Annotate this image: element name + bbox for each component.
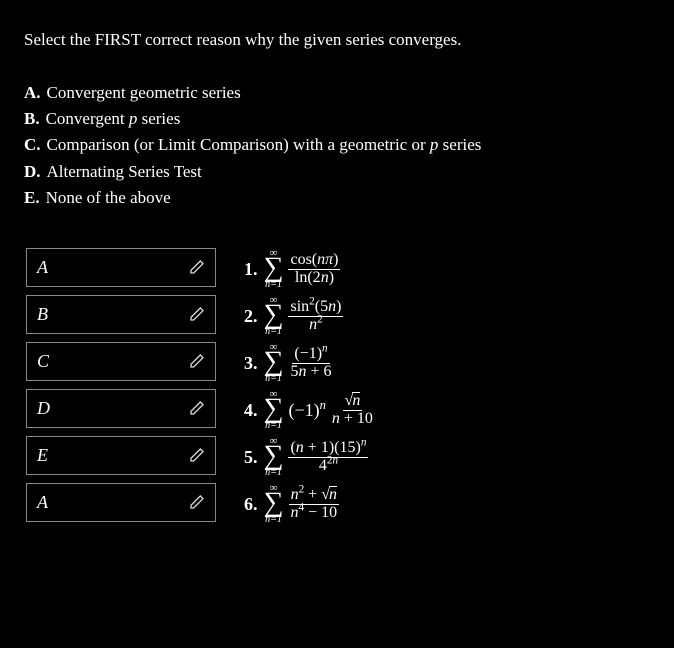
answer-input-4[interactable]: D xyxy=(26,389,216,428)
sigma-icon: ∞ ∑ n=1 xyxy=(264,389,284,430)
sigma-icon: ∞ ∑ n=1 xyxy=(264,342,284,383)
option-letter: C. xyxy=(24,132,41,158)
pencil-icon xyxy=(189,447,205,463)
answer-input-3[interactable]: C xyxy=(26,342,216,381)
question-prompt: Select the FIRST correct reason why the … xyxy=(24,28,650,52)
problems-area: A B C D E A 1. ∞ ∑ n=1 xyxy=(24,246,650,528)
series-6: 6. ∞ ∑ n=1 n2 + √n n4 − 10 xyxy=(244,481,375,528)
answer-value: C xyxy=(37,351,49,372)
option-e: E. None of the above xyxy=(24,185,650,211)
answer-input-6[interactable]: A xyxy=(26,483,216,522)
option-a: A. Convergent geometric series xyxy=(24,80,650,106)
series-column: 1. ∞ ∑ n=1 cos(nπ) ln(2n) 2. ∞ ∑ n=1 sin… xyxy=(244,246,375,528)
option-letter: A. xyxy=(24,80,41,106)
fraction: n2 + √n n4 − 10 xyxy=(288,486,339,522)
option-letter: B. xyxy=(24,106,40,132)
series-2: 2. ∞ ∑ n=1 sin2(5n) n2 xyxy=(244,293,375,340)
fraction: cos(nπ) ln(2n) xyxy=(288,252,340,287)
pencil-icon xyxy=(189,400,205,416)
answer-value: A xyxy=(37,492,48,513)
series-number: 5. xyxy=(244,447,258,468)
answer-input-column: A B C D E A xyxy=(26,248,216,522)
pencil-icon xyxy=(189,259,205,275)
series-number: 4. xyxy=(244,400,258,421)
answer-value: B xyxy=(37,304,48,325)
pencil-icon xyxy=(189,306,205,322)
answer-input-2[interactable]: B xyxy=(26,295,216,334)
option-text: Convergent geometric series xyxy=(47,80,241,106)
option-text: Alternating Series Test xyxy=(47,159,202,185)
answer-input-5[interactable]: E xyxy=(26,436,216,475)
option-b: B. Convergent p series xyxy=(24,106,650,132)
answer-value: A xyxy=(37,257,48,278)
sigma-icon: ∞ ∑ n=1 xyxy=(264,436,284,477)
option-text: Convergent p series xyxy=(46,106,181,132)
pencil-icon xyxy=(189,353,205,369)
series-number: 2. xyxy=(244,306,258,327)
option-text: Comparison (or Limit Comparison) with a … xyxy=(47,132,482,158)
series-5: 5. ∞ ∑ n=1 (n + 1)(15)n 42n xyxy=(244,434,375,481)
fraction: (−1)n 5n + 6 xyxy=(288,346,333,381)
option-text: None of the above xyxy=(46,185,171,211)
series-4: 4. ∞ ∑ n=1 (−1)n √n n + 10 xyxy=(244,387,375,434)
answer-options: A. Convergent geometric series B. Conver… xyxy=(24,80,650,212)
series-number: 1. xyxy=(244,259,258,280)
series-1: 1. ∞ ∑ n=1 cos(nπ) ln(2n) xyxy=(244,246,375,293)
answer-input-1[interactable]: A xyxy=(26,248,216,287)
option-d: D. Alternating Series Test xyxy=(24,159,650,185)
series-number: 6. xyxy=(244,494,258,515)
option-c: C. Comparison (or Limit Comparison) with… xyxy=(24,132,650,158)
answer-value: E xyxy=(37,445,48,466)
series-number: 3. xyxy=(244,353,258,374)
answer-value: D xyxy=(37,398,50,419)
option-letter: E. xyxy=(24,185,40,211)
option-letter: D. xyxy=(24,159,41,185)
pencil-icon xyxy=(189,494,205,510)
fraction: sin2(5n) n2 xyxy=(288,299,343,334)
series-3: 3. ∞ ∑ n=1 (−1)n 5n + 6 xyxy=(244,340,375,387)
fraction: √n n + 10 xyxy=(330,392,375,428)
sigma-icon: ∞ ∑ n=1 xyxy=(264,248,284,289)
sigma-icon: ∞ ∑ n=1 xyxy=(264,295,284,336)
prefix: (−1)n xyxy=(288,400,325,421)
fraction: (n + 1)(15)n 42n xyxy=(288,440,368,475)
sigma-icon: ∞ ∑ n=1 xyxy=(264,483,284,524)
